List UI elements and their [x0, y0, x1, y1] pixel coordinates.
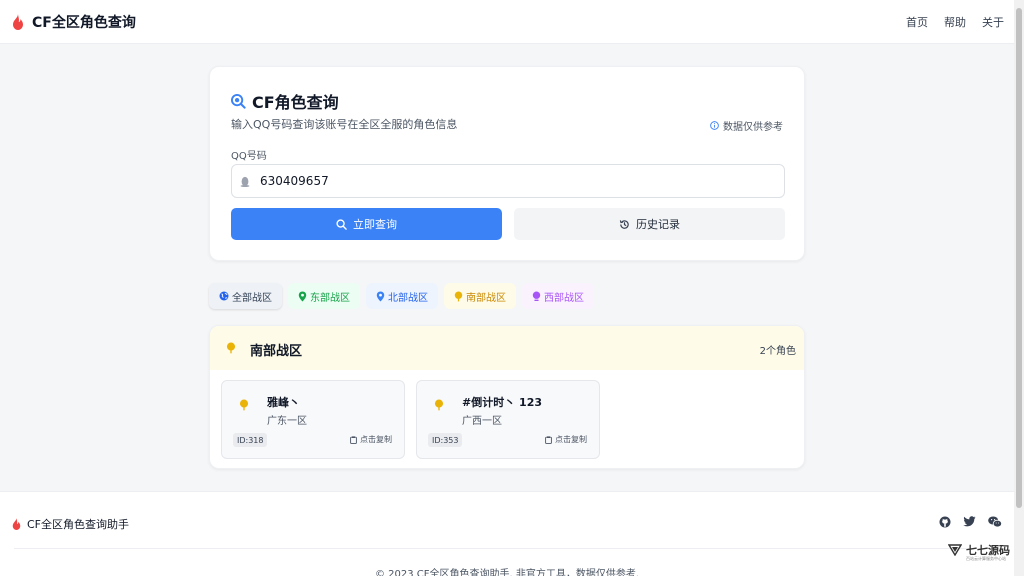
- search-title-text: CF角色查询: [252, 93, 339, 112]
- location-pin-icon: [454, 291, 463, 301]
- location-pin-icon: [434, 399, 444, 411]
- page-scrollbar[interactable]: [1014, 0, 1024, 576]
- data-note-text: 数据仅供参考: [723, 122, 783, 133]
- tab-north-region[interactable]: 北部战区: [366, 283, 438, 309]
- flame-icon: [13, 14, 23, 30]
- info-icon: [710, 121, 719, 130]
- history-button-label: 历史记录: [636, 218, 680, 231]
- history-button[interactable]: 历史记录: [514, 208, 785, 240]
- tab-east-region[interactable]: 东部战区: [288, 283, 360, 309]
- role-name: 雅峰丶: [267, 396, 300, 409]
- tab-all-label: 全部战区: [232, 292, 272, 304]
- app-title: CF全区角色查询: [32, 15, 136, 31]
- copy-icon: [545, 435, 552, 444]
- location-pin-icon: [532, 291, 541, 301]
- search-subtitle: 输入QQ号码查询该账号在全区全服的角色信息: [231, 118, 458, 131]
- role-card[interactable]: #倒计时丶 123 广西一区 ID:353 点击复制: [416, 380, 600, 459]
- map-pin-icon: [298, 291, 307, 301]
- result-role-count: 2个角色: [759, 346, 796, 357]
- map-pin-icon: [376, 291, 385, 301]
- brand[interactable]: CF全区角色查询: [12, 12, 136, 32]
- tab-north-label: 北部战区: [388, 292, 428, 304]
- location-pin-icon: [226, 342, 236, 354]
- watermark-triangle-icon: [948, 544, 962, 556]
- nav-help[interactable]: 帮助: [944, 14, 966, 30]
- role-name: #倒计时丶 123: [462, 396, 543, 409]
- copy-label: 点击复制: [555, 435, 587, 444]
- role-card[interactable]: 雅峰丶 广东一区 ID:318 点击复制: [221, 380, 405, 459]
- copy-icon: [350, 435, 357, 444]
- qq-input[interactable]: [260, 174, 760, 188]
- role-server: 广东一区: [267, 416, 307, 427]
- copy-button[interactable]: 点击复制: [350, 434, 392, 445]
- region-tabs: 全部战区 东部战区 北部战区 南部战区 西部战区: [209, 283, 594, 309]
- footer-brand-text: CF全区角色查询助手: [27, 518, 130, 531]
- query-button-label: 立即查询: [353, 218, 397, 231]
- qq-penguin-icon: [240, 176, 250, 187]
- search-card: CF角色查询 输入QQ号码查询该账号在全区全服的角色信息 数据仅供参考 QQ号码…: [209, 66, 805, 261]
- twitter-icon[interactable]: [963, 516, 976, 527]
- footer: CF全区角色查询助手 © 2023 CF全区角色查询助手. 非官方工具，数据仅供…: [0, 491, 1014, 576]
- tab-east-label: 东部战区: [310, 292, 350, 304]
- github-icon[interactable]: [939, 516, 951, 528]
- search-icon: [336, 218, 347, 230]
- top-nav: 首页 帮助 关于: [906, 14, 1004, 30]
- result-region-name: 南部战区: [250, 344, 303, 359]
- watermark-subtext: 百站云计算服务中心站: [966, 556, 1006, 561]
- role-id-badge: ID:318: [233, 433, 268, 447]
- watermark-logo: 七七源码 百站云计算服务中心站: [948, 542, 1010, 561]
- tab-all-regions[interactable]: 全部战区: [209, 283, 282, 309]
- copy-label: 点击复制: [360, 435, 392, 444]
- qq-input-wrapper[interactable]: [231, 164, 785, 198]
- copyright-text: © 2023 CF全区角色查询助手. 非官方工具，数据仅供参考.: [374, 569, 640, 576]
- history-icon: [619, 219, 629, 229]
- tab-west-label: 西部战区: [544, 292, 584, 304]
- search-title: CF角色查询: [231, 89, 339, 113]
- social-links: [939, 516, 1002, 528]
- tab-south-region[interactable]: 南部战区: [444, 283, 516, 309]
- qq-field-label: QQ号码: [231, 151, 267, 162]
- top-header: CF全区角色查询 首页 帮助 关于: [0, 0, 1014, 44]
- role-server: 广西一区: [462, 416, 502, 427]
- tab-south-label: 南部战区: [466, 292, 506, 304]
- copy-button[interactable]: 点击复制: [545, 434, 587, 445]
- result-header: 南部战区 2个角色: [210, 326, 804, 370]
- query-button[interactable]: 立即查询: [231, 208, 502, 240]
- result-card: 南部战区 2个角色 雅峰丶 广东一区 ID:318 点击复制 #倒计时丶 123…: [209, 325, 805, 469]
- nav-home[interactable]: 首页: [906, 14, 928, 30]
- nav-about[interactable]: 关于: [982, 14, 1004, 30]
- scrollbar-thumb[interactable]: [1016, 8, 1022, 508]
- wechat-icon[interactable]: [988, 516, 1002, 528]
- tab-west-region[interactable]: 西部战区: [522, 283, 594, 309]
- footer-divider: [14, 548, 1004, 549]
- data-note: 数据仅供参考: [710, 118, 783, 133]
- search-badge-icon: [231, 93, 246, 109]
- footer-brand: CF全区角色查询助手: [12, 516, 129, 532]
- globe-icon: [219, 291, 229, 301]
- role-id-badge: ID:353: [428, 433, 463, 447]
- location-pin-icon: [239, 399, 249, 411]
- flame-icon: [12, 518, 21, 530]
